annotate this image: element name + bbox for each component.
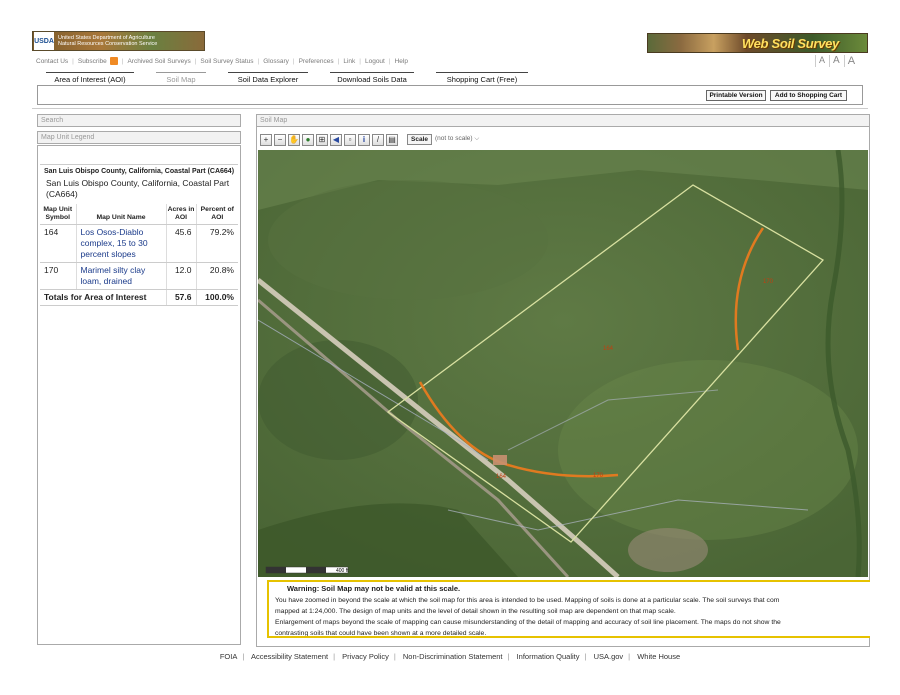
usa-gov-link[interactable]: USA.gov xyxy=(594,652,624,661)
map-toolbar: + − ✋ ● ⊞ ◀ ▫ i / ▤ xyxy=(260,132,398,147)
warning-text-2a: Enlargement of maps beyond the scale of … xyxy=(275,619,781,626)
subscribe-link[interactable]: Subscribe xyxy=(78,58,107,65)
map-unit-label: 170 xyxy=(593,473,604,479)
back-icon[interactable]: ◀ xyxy=(330,133,342,146)
totals-row: Totals for Area of Interest 57.6 100.0% xyxy=(40,289,238,306)
zoom-out-icon[interactable]: − xyxy=(274,133,286,146)
row-symbol: 170 xyxy=(40,262,76,290)
row-acres: 12.0 xyxy=(165,262,196,290)
foia-link[interactable]: FOIA xyxy=(220,652,238,661)
forward-icon[interactable]: ▫ xyxy=(344,133,356,146)
pan-icon[interactable]: ✋ xyxy=(288,133,300,146)
privacy-policy-link[interactable]: Privacy Policy xyxy=(342,652,389,661)
globe-icon[interactable]: ● xyxy=(302,133,314,146)
survey-area-name: San Luis Obispo County, California, Coas… xyxy=(46,178,230,199)
totals-acres: 57.6 xyxy=(165,289,196,306)
font-large-button[interactable]: A xyxy=(843,55,855,67)
tab-soil-data-explorer[interactable]: Soil Data Explorer xyxy=(228,72,308,84)
map-unit-table: Map Unit Symbol Map Unit Name Acres in A… xyxy=(40,204,238,306)
col-name: Map Unit Name xyxy=(75,204,166,225)
totals-percent: 100.0% xyxy=(195,289,238,306)
map-unit-label: 164 xyxy=(496,474,507,480)
glossary-link[interactable]: Glossary xyxy=(263,58,289,65)
survey-area-title: San Luis Obispo County, California, Coas… xyxy=(43,168,235,175)
printable-version-button[interactable]: Printable Version xyxy=(706,90,766,101)
soil-survey-status-link[interactable]: Soil Survey Status xyxy=(200,58,253,65)
map-unit-label: 164 xyxy=(603,346,614,352)
measure-icon[interactable]: / xyxy=(372,133,384,146)
table-row: 170 Marimel silty clay loam, drained 12.… xyxy=(40,262,238,290)
usda-line-2: Natural Resources Conservation Service xyxy=(58,41,158,47)
totals-label: Totals for Area of Interest xyxy=(40,289,166,306)
table-header-row: Map Unit Symbol Map Unit Name Acres in A… xyxy=(40,204,238,225)
legend-panel-header[interactable]: Map Unit Legend xyxy=(37,131,241,144)
scalebar-label: 400 ft xyxy=(336,568,349,574)
soil-map-header: Soil Map xyxy=(256,114,870,127)
legend-content: San Luis Obispo County, California, Coas… xyxy=(40,164,238,306)
map-unit-label: 170 xyxy=(763,279,774,285)
zoom-in-icon[interactable]: + xyxy=(260,133,272,146)
col-acres: Acres in AOI xyxy=(165,204,196,225)
white-house-link[interactable]: White House xyxy=(637,652,680,661)
web-soil-survey-logo[interactable]: Web Soil Survey xyxy=(647,33,868,53)
font-size-controls: A A A xyxy=(815,55,855,67)
search-label: Search xyxy=(41,117,64,124)
preferences-link[interactable]: Preferences xyxy=(299,58,334,65)
contact-us-link[interactable]: Contact Us xyxy=(36,58,68,65)
search-panel-header[interactable]: Search xyxy=(37,114,241,127)
usda-logo[interactable]: USDA United States Department of Agricul… xyxy=(32,31,205,51)
main-tabs: Area of Interest (AOI) Soil Map Soil Dat… xyxy=(46,72,550,84)
footer-links: FOIA | Accessibility Statement | Privacy P… xyxy=(219,652,681,661)
rss-icon[interactable] xyxy=(109,57,118,65)
tab-soil-map[interactable]: Soil Map xyxy=(156,72,206,84)
map-unit-legend: San Luis Obispo County, California, Coas… xyxy=(37,145,241,645)
info-icon[interactable]: i xyxy=(358,133,370,146)
non-discrimination-link[interactable]: Non-Discrimination Statement xyxy=(403,652,503,661)
help-link[interactable]: Help xyxy=(395,58,408,65)
tab-download-soils-data[interactable]: Download Soils Data xyxy=(330,72,414,84)
map-unit-link[interactable]: Los Osos-Diablo complex, 15 to 30 percen… xyxy=(75,224,166,263)
tab-shopping-cart[interactable]: Shopping Cart (Free) xyxy=(436,72,528,84)
link-link[interactable]: Link xyxy=(343,58,355,65)
warning-title: Warning: Soil Map may not be valid at th… xyxy=(287,584,461,593)
warning-text-1a: You have zoomed in beyond the scale at w… xyxy=(275,597,780,604)
font-small-button[interactable]: A xyxy=(815,55,825,67)
app-title: Web Soil Survey xyxy=(741,35,839,51)
warning-text-2b: contrasting soils that could have been s… xyxy=(275,630,487,637)
row-percent: 79.2% xyxy=(195,224,238,263)
row-percent: 20.8% xyxy=(195,262,238,290)
header-divider xyxy=(32,108,868,109)
col-symbol: Map Unit Symbol xyxy=(40,204,76,225)
table-row: 164 Los Osos-Diablo complex, 15 to 30 pe… xyxy=(40,224,238,263)
logout-link[interactable]: Logout xyxy=(365,58,385,65)
usda-mark: USDA xyxy=(34,32,54,50)
row-acres: 45.6 xyxy=(165,224,196,263)
row-symbol: 164 xyxy=(40,224,76,263)
soil-map-label: Soil Map xyxy=(260,117,288,124)
information-quality-link[interactable]: Information Quality xyxy=(517,652,580,661)
scale-value[interactable]: (not to scale) ⌵ xyxy=(435,135,479,143)
col-percent: Percent of AOI xyxy=(195,204,238,225)
top-links: Contact Us | Subscribe | Archived Soil Sur… xyxy=(36,57,408,65)
tab-area-of-interest[interactable]: Area of Interest (AOI) xyxy=(46,72,134,84)
action-bar: Printable Version Add to Shopping Cart xyxy=(37,85,863,105)
accessibility-link[interactable]: Accessibility Statement xyxy=(251,652,328,661)
add-to-shopping-cart-button[interactable]: Add to Shopping Cart xyxy=(770,90,847,101)
font-medium-button[interactable]: A xyxy=(829,55,840,67)
warning-text-1b: mapped at 1:24,000. The design of map un… xyxy=(275,608,676,615)
full-extent-icon[interactable]: ⊞ xyxy=(316,133,328,146)
map-unit-link[interactable]: Marimel silty clay loam, drained xyxy=(75,262,166,290)
scale-button[interactable]: Scale xyxy=(407,134,432,145)
soil-map-image[interactable]: 164 170 164 170 400 ft xyxy=(258,150,868,577)
print-icon[interactable]: ▤ xyxy=(386,133,398,146)
chevron-down-icon: ⌵ xyxy=(474,135,480,142)
usda-agency-text: United States Department of Agriculture … xyxy=(58,35,157,47)
aerial-map-svg[interactable]: 164 170 164 170 400 ft xyxy=(258,150,868,577)
legend-label: Map Unit Legend xyxy=(41,134,95,141)
scale-warning: Warning: Soil Map may not be valid at th… xyxy=(267,580,870,638)
archived-soil-surveys-link[interactable]: Archived Soil Surveys xyxy=(127,58,190,65)
